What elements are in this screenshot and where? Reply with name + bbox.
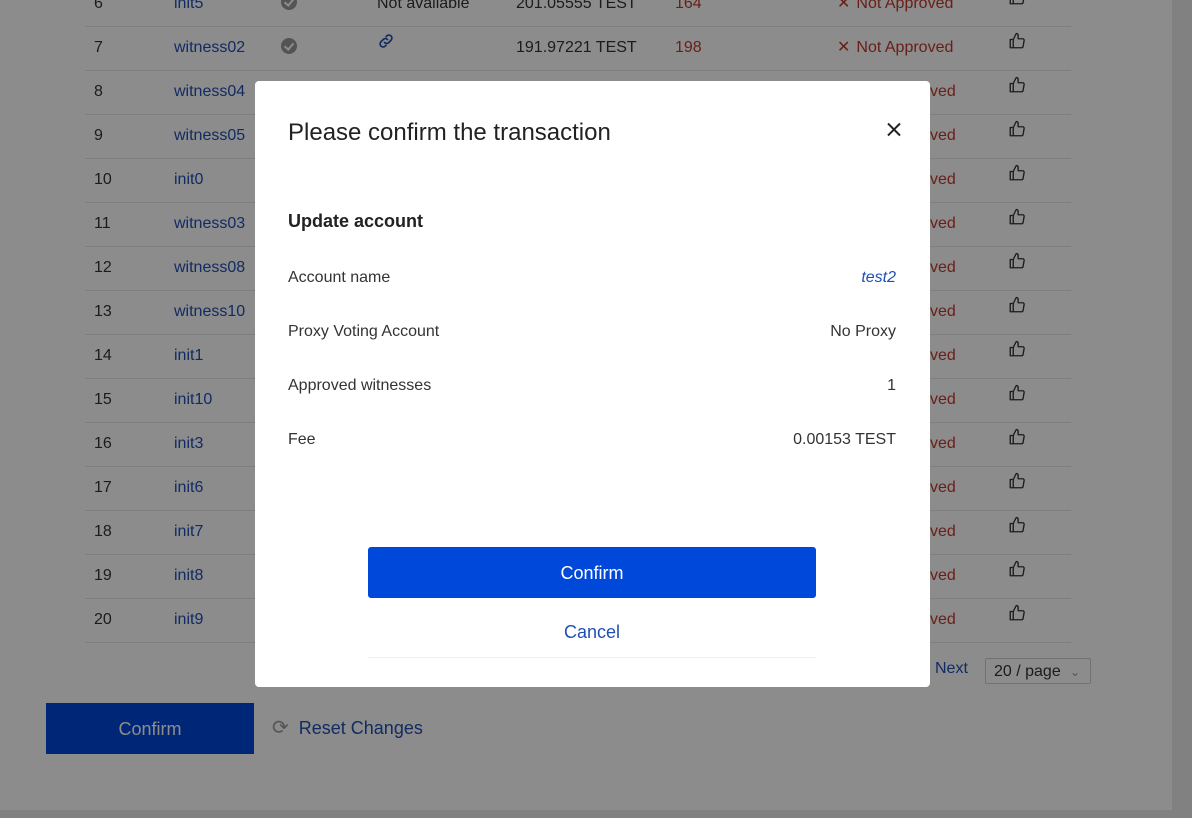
- confirm-transaction-modal: Please confirm the transaction Update ac…: [255, 81, 930, 687]
- field-value: No Proxy: [830, 323, 896, 340]
- field-label: Proxy Voting Account: [288, 323, 440, 340]
- modal-cancel-button[interactable]: Cancel: [368, 611, 816, 658]
- field-proxy-voting-account: Proxy Voting Account No Proxy: [288, 323, 896, 347]
- field-label: Fee: [288, 431, 316, 448]
- modal-title: Please confirm the transaction: [288, 119, 611, 146]
- field-label: Account name: [288, 269, 391, 286]
- field-fee: Fee 0.00153 TEST: [288, 431, 896, 455]
- field-label: Approved witnesses: [288, 377, 432, 394]
- field-value: 1: [887, 377, 896, 394]
- modal-subtitle: Update account: [288, 211, 424, 231]
- field-value: 0.00153 TEST: [793, 431, 896, 448]
- modal-confirm-button[interactable]: Confirm: [368, 547, 816, 598]
- field-account-name: Account name test2: [288, 269, 896, 293]
- field-approved-witnesses: Approved witnesses 1: [288, 377, 896, 401]
- close-icon[interactable]: [881, 117, 907, 143]
- account-name-link[interactable]: test2: [861, 269, 896, 287]
